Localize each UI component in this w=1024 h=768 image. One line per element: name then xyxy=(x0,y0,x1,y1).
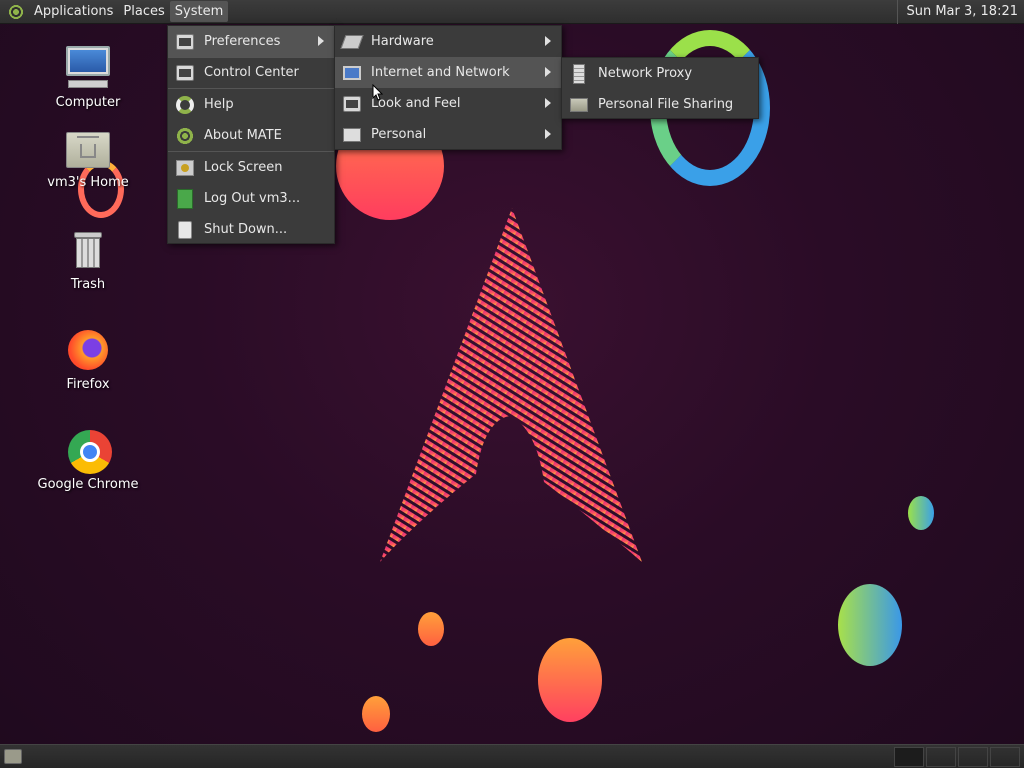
workspace-4[interactable] xyxy=(990,747,1020,767)
workspace-1[interactable] xyxy=(894,747,924,767)
menu-item-label: Network Proxy xyxy=(598,66,693,81)
submenu-arrow-icon xyxy=(545,98,551,108)
menu-item-label: Personal File Sharing xyxy=(598,97,734,112)
menu-item-log-out[interactable]: Log Out vm3... xyxy=(168,183,334,214)
menu-item-look-and-feel[interactable]: Look and Feel xyxy=(335,88,561,119)
show-desktop-icon[interactable] xyxy=(4,749,22,764)
menu-item-label: Control Center xyxy=(204,65,299,80)
trash-icon xyxy=(64,226,112,274)
logout-icon xyxy=(175,188,195,209)
look-and-feel-icon xyxy=(342,94,362,114)
desktop-icon-trash[interactable]: Trash xyxy=(28,226,148,292)
desktop-icon-firefox[interactable]: Firefox xyxy=(28,326,148,392)
menu-item-network-proxy[interactable]: Network Proxy xyxy=(562,58,758,89)
shutdown-icon xyxy=(175,220,195,240)
menu-item-help[interactable]: Help xyxy=(168,89,334,120)
menu-item-label: Internet and Network xyxy=(371,65,510,80)
preferences-icon xyxy=(175,32,195,52)
firefox-icon xyxy=(64,326,112,374)
menu-item-preferences[interactable]: Preferences xyxy=(168,26,334,57)
chrome-icon xyxy=(64,426,112,474)
menu-item-label: About MATE xyxy=(204,128,282,143)
mate-icon xyxy=(175,126,195,146)
menu-item-personal-file-sharing[interactable]: Personal File Sharing xyxy=(562,89,758,120)
menu-item-label: Shut Down... xyxy=(204,222,288,237)
menu-item-internet-and-network[interactable]: Internet and Network xyxy=(335,57,561,88)
mate-logo-icon[interactable] xyxy=(7,2,25,21)
arch-logo xyxy=(380,208,642,562)
menu-item-label: Preferences xyxy=(204,34,281,49)
desktop-icon-label: Google Chrome xyxy=(37,477,139,492)
menu-item-label: Personal xyxy=(371,127,427,142)
lock-screen-icon xyxy=(175,158,195,178)
personal-icon xyxy=(342,125,362,145)
top-panel: Applications Places System Sun Mar 3, 18… xyxy=(0,0,1024,24)
submenu-arrow-icon xyxy=(545,36,551,46)
help-icon xyxy=(175,95,195,115)
menu-item-hardware[interactable]: Hardware xyxy=(335,26,561,57)
menu-item-shut-down[interactable]: Shut Down... xyxy=(168,214,334,245)
desktop-icon-label: Firefox xyxy=(66,377,110,392)
desktop-icon-label: Trash xyxy=(70,277,106,292)
menu-item-label: Lock Screen xyxy=(204,160,283,175)
menu-item-personal[interactable]: Personal xyxy=(335,119,561,150)
submenu-arrow-icon xyxy=(545,67,551,77)
places-menu[interactable]: Places xyxy=(118,1,169,22)
system-dropdown: Preferences Control Center Help About MA… xyxy=(167,25,335,244)
menu-item-lock-screen[interactable]: Lock Screen xyxy=(168,152,334,183)
system-menu[interactable]: System xyxy=(169,1,229,22)
network-icon xyxy=(342,63,362,83)
file-sharing-icon xyxy=(569,95,589,115)
preferences-submenu: Hardware Internet and Network Look and F… xyxy=(334,25,562,150)
decor-ball-orange-small xyxy=(418,612,444,646)
workspace-2[interactable] xyxy=(926,747,956,767)
desktop-icon-label: Computer xyxy=(55,95,121,110)
menu-item-label: Hardware xyxy=(371,34,434,49)
decor-ball-orange-tiny xyxy=(362,696,390,732)
desktop-icon-computer[interactable]: Computer xyxy=(28,44,148,110)
decor-ball-orange xyxy=(538,638,602,722)
menu-item-control-center[interactable]: Control Center xyxy=(168,57,334,88)
menu-item-label: Help xyxy=(204,97,234,112)
network-proxy-icon xyxy=(569,63,589,84)
hardware-icon xyxy=(340,32,364,52)
clock[interactable]: Sun Mar 3, 18:21 xyxy=(897,0,1024,24)
mouse-cursor-icon xyxy=(372,84,384,101)
home-folder-icon xyxy=(64,124,112,172)
submenu-arrow-icon xyxy=(318,36,324,46)
applications-menu[interactable]: Applications xyxy=(29,1,118,22)
decor-ball-blue xyxy=(838,584,902,666)
control-center-icon xyxy=(175,63,195,83)
desktop-icon-chrome[interactable]: Google Chrome xyxy=(28,426,148,492)
computer-icon xyxy=(64,44,112,92)
menu-item-about-mate[interactable]: About MATE xyxy=(168,120,334,151)
decor-ball-small-blue xyxy=(908,496,934,530)
desktop-icon-label: vm3's Home xyxy=(47,175,129,190)
internet-network-submenu: Network Proxy Personal File Sharing xyxy=(561,57,759,119)
desktop-icon-home[interactable]: vm3's Home xyxy=(28,124,148,190)
bottom-panel xyxy=(0,744,1024,768)
submenu-arrow-icon xyxy=(545,129,551,139)
workspace-3[interactable] xyxy=(958,747,988,767)
menu-item-label: Log Out vm3... xyxy=(204,191,301,206)
menu-item-label: Look and Feel xyxy=(371,96,461,111)
